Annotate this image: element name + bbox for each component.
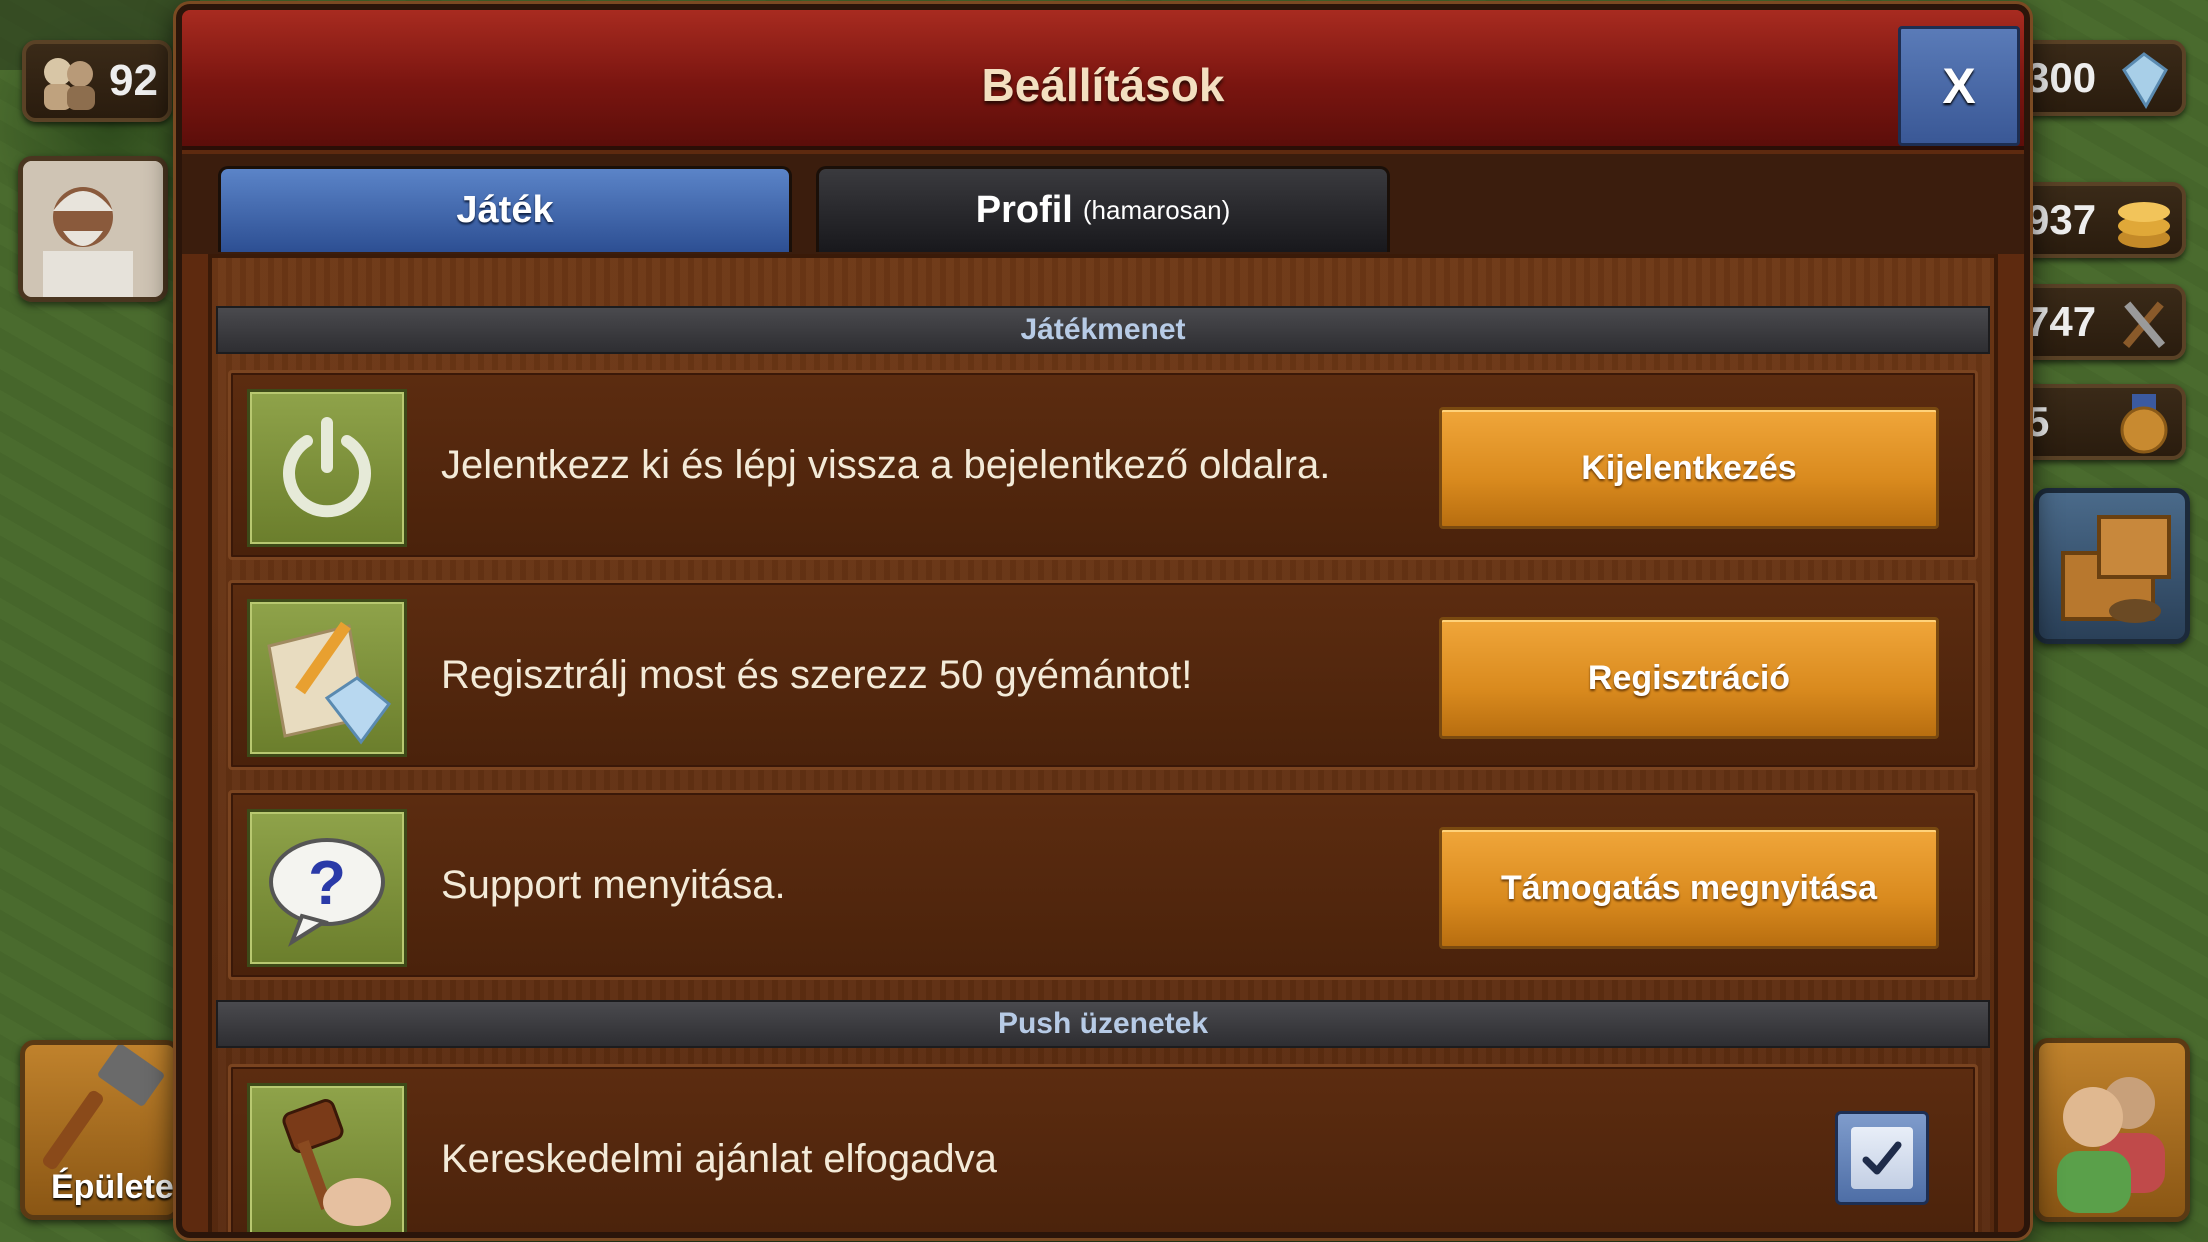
trade-accepted-label: Kereskedelmi ajánlat elfogadva <box>441 1137 997 1181</box>
register-button[interactable]: Regisztráció <box>1439 617 1939 739</box>
check-icon <box>1851 1127 1913 1189</box>
svg-text:?: ? <box>308 849 346 918</box>
social-button[interactable] <box>2034 1038 2190 1222</box>
dialog-title-bar: Beállítások X <box>182 10 2024 150</box>
diamonds-counter[interactable]: 300 <box>2016 40 2186 116</box>
player-avatar[interactable] <box>18 156 168 302</box>
settings-dialog: Beállítások X Játék Profil (hamarosan) J… <box>176 4 2030 1238</box>
buildings-button[interactable]: Épületek <box>20 1040 193 1220</box>
population-value: 92 <box>109 56 158 105</box>
tab-bar: Játék Profil (hamarosan) <box>182 154 2024 254</box>
hammer-icon <box>42 1044 164 1170</box>
help-icon: ? <box>247 809 407 967</box>
tab-profile[interactable]: Profil (hamarosan) <box>816 166 1390 252</box>
settings-content[interactable]: Játékmenet Jelentkezz ki és lépj vissza … <box>208 254 1998 1232</box>
section-header-gameplay: Játékmenet <box>216 306 1990 354</box>
coins-icon <box>2118 202 2170 248</box>
diamond-icon <box>2122 52 2168 109</box>
coins-value: 937 <box>2026 196 2097 243</box>
supplies-counter[interactable]: 747 <box>2016 284 2186 360</box>
gavel-icon <box>247 1083 407 1232</box>
coins-counter[interactable]: 937 <box>2016 182 2186 258</box>
people-icon <box>2057 1077 2165 1213</box>
inventory-button[interactable] <box>2034 488 2190 644</box>
dialog-title: Beállítások <box>981 59 1225 111</box>
avatar-portrait-icon <box>23 161 163 297</box>
logout-button[interactable]: Kijelentkezés <box>1439 407 1939 529</box>
setting-row-trade-accepted: Kereskedelmi ajánlat elfogadva <box>228 1064 1978 1232</box>
tab-game[interactable]: Játék <box>218 166 792 252</box>
setting-row-logout: Jelentkezz ki és lépj vissza a bejelentk… <box>228 370 1978 560</box>
setting-row-support: ? Support menyitása. Támogatás megnyitás… <box>228 790 1978 980</box>
medals-counter[interactable]: 5 <box>2016 384 2186 460</box>
tab-game-label: Játék <box>456 189 554 231</box>
population-icon <box>44 58 95 110</box>
support-description: Support menyitása. <box>441 863 786 907</box>
register-description: Regisztrálj most és szerezz 50 gyémántot… <box>441 653 1193 697</box>
logout-description: Jelentkezz ki és lépj vissza a bejelentk… <box>441 443 1331 487</box>
trade-accepted-checkbox[interactable] <box>1835 1111 1929 1205</box>
setting-row-register: Regisztrálj most és szerezz 50 gyémántot… <box>228 580 1978 770</box>
medal-icon <box>2120 394 2168 454</box>
tab-profile-sublabel: (hamarosan) <box>1082 195 1231 225</box>
diamonds-value: 300 <box>2026 54 2097 101</box>
section-header-push: Push üzenetek <box>216 1000 1990 1048</box>
tab-profile-label: Profil <box>975 189 1073 231</box>
tools-icon <box>2122 301 2166 349</box>
support-button[interactable]: Támogatás megnyitása <box>1439 827 1939 949</box>
power-icon <box>247 389 407 547</box>
register-icon <box>247 599 407 757</box>
population-counter[interactable]: 92 <box>22 40 172 122</box>
chest-icon <box>2061 515 2171 623</box>
close-button[interactable]: X <box>1898 26 2020 146</box>
supplies-value: 747 <box>2026 298 2097 345</box>
buildings-label: Épületek <box>51 1168 193 1206</box>
